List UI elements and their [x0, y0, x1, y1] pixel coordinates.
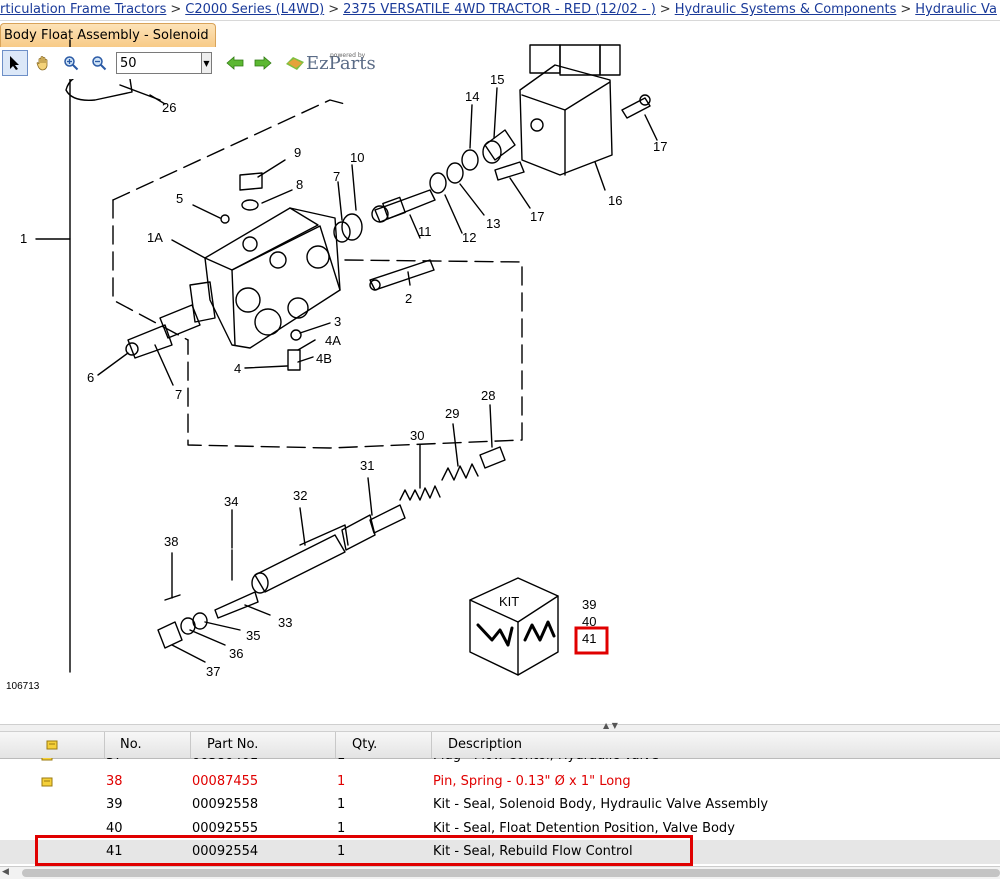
ezparts-logo-icon [286, 57, 304, 70]
note-icon[interactable] [41, 777, 53, 787]
callout-38: 38 [164, 534, 178, 549]
row-no: 37 [105, 758, 191, 768]
header-no[interactable]: No. [105, 732, 191, 758]
callout-37: 37 [206, 664, 220, 679]
callout-17: 17 [530, 209, 544, 224]
header-description[interactable]: Description [432, 732, 1000, 758]
zoom-level-select[interactable]: ▼ [116, 52, 212, 74]
parts-diagram: 26 1 1A 5 9 8 10 7 11 12 13 14 15 17 16 … [6, 39, 667, 692]
header-part-no[interactable]: Part No. [191, 732, 336, 758]
next-button[interactable] [250, 50, 276, 76]
diagram-ref-number: 106713 [6, 681, 40, 692]
table-header: No. Part No. Qty. Description [0, 732, 1000, 759]
table-row[interactable]: 37003804011Plug - Flow Contol, Hydraulic… [0, 758, 1000, 768]
row-part-no: 00087455 [192, 774, 259, 789]
callout-14: 14 [465, 89, 479, 104]
callout-30: 30 [410, 428, 424, 443]
callout-41[interactable]: 41 [582, 631, 596, 646]
kit-label: KIT [499, 594, 519, 609]
callout-10: 10 [350, 150, 364, 165]
callout-13: 13 [486, 216, 500, 231]
selected-row-highlight [35, 835, 693, 866]
arrow-right-icon [254, 56, 272, 70]
callout-7-lower: 7 [175, 387, 182, 402]
zoom-in-button[interactable] [58, 50, 84, 76]
header-icon-column[interactable] [0, 732, 105, 758]
zoom-out-icon [92, 56, 107, 71]
pan-button[interactable] [30, 50, 56, 76]
row-icon-cell [0, 758, 99, 768]
callout-35: 35 [246, 628, 260, 643]
row-icon-cell [0, 793, 105, 817]
arrow-left-icon [226, 56, 244, 70]
row-icon-cell [0, 770, 99, 794]
callout-2: 2 [405, 291, 412, 306]
row-description: Pin, Spring - 0.13" Ø x 1" Long [433, 774, 631, 789]
pointer-icon [10, 56, 19, 70]
callout-4b: 4B [316, 351, 332, 366]
callout-16: 16 [608, 193, 622, 208]
callout-4a: 4A [325, 333, 341, 348]
callout-4: 4 [234, 361, 241, 376]
row-qty: 1 [337, 774, 346, 789]
row-qty: 1 [336, 758, 432, 768]
scroll-left-icon[interactable]: ◀ [2, 867, 9, 877]
scrollbar-thumb[interactable] [22, 869, 1000, 877]
callout-31: 31 [360, 458, 374, 473]
pane-splitter[interactable]: ▲ ▼ [0, 721, 1000, 732]
callout-34: 34 [224, 494, 238, 509]
row-part-no: 00380401 [191, 758, 336, 768]
callout-6: 6 [87, 370, 94, 385]
callout-26: 26 [162, 100, 176, 115]
zoom-in-icon [64, 56, 79, 71]
row-no: 38 [106, 774, 123, 789]
hand-icon [36, 56, 48, 71]
callout-29: 29 [445, 406, 459, 421]
callout-15: 15 [490, 72, 504, 87]
callout-12: 12 [462, 230, 476, 245]
callout-1a: 1A [147, 230, 163, 245]
splitter-arrows-icon: ▲ ▼ [603, 721, 618, 730]
callout-17-right: 17 [653, 139, 667, 154]
powered-by-label: powered by [330, 52, 366, 59]
callout-8: 8 [296, 177, 303, 192]
row-part-no: 00092558 [192, 797, 259, 812]
callout-39: 39 [582, 597, 596, 612]
callout-36: 36 [229, 646, 243, 661]
row-no: 39 [106, 797, 123, 812]
row-description: Kit - Seal, Solenoid Body, Hydraulic Val… [433, 797, 769, 812]
chevron-down-icon[interactable]: ▼ [201, 53, 211, 73]
zoom-out-button[interactable] [86, 50, 112, 76]
callout-28: 28 [481, 388, 495, 403]
select-pointer-button[interactable] [2, 50, 28, 76]
note-icon [46, 740, 58, 749]
callout-33: 33 [278, 615, 292, 630]
header-qty[interactable]: Qty. [336, 732, 432, 758]
callout-11: 11 [418, 224, 432, 239]
table-row[interactable]: 38 00087455 1 Pin, Spring - 0.13" Ø x 1" Lo… [0, 770, 1000, 794]
horizontal-scrollbar[interactable]: ◀ [0, 866, 1000, 879]
callout-7: 7 [333, 169, 340, 184]
row-description: Plug - Flow Contol, Hydraulic Valve [432, 758, 1000, 768]
callout-5: 5 [176, 191, 183, 206]
callout-9: 9 [294, 145, 301, 160]
callout-1: 1 [20, 231, 27, 246]
note-icon[interactable] [41, 758, 53, 761]
callout-3: 3 [334, 314, 341, 329]
callout-32: 32 [293, 488, 307, 503]
previous-button[interactable] [222, 50, 248, 76]
table-row[interactable]: 39 00092558 1 Kit - Seal, Solenoid Body, Hy… [0, 793, 1000, 817]
zoom-level-input[interactable] [117, 53, 201, 73]
row-qty: 1 [337, 797, 346, 812]
